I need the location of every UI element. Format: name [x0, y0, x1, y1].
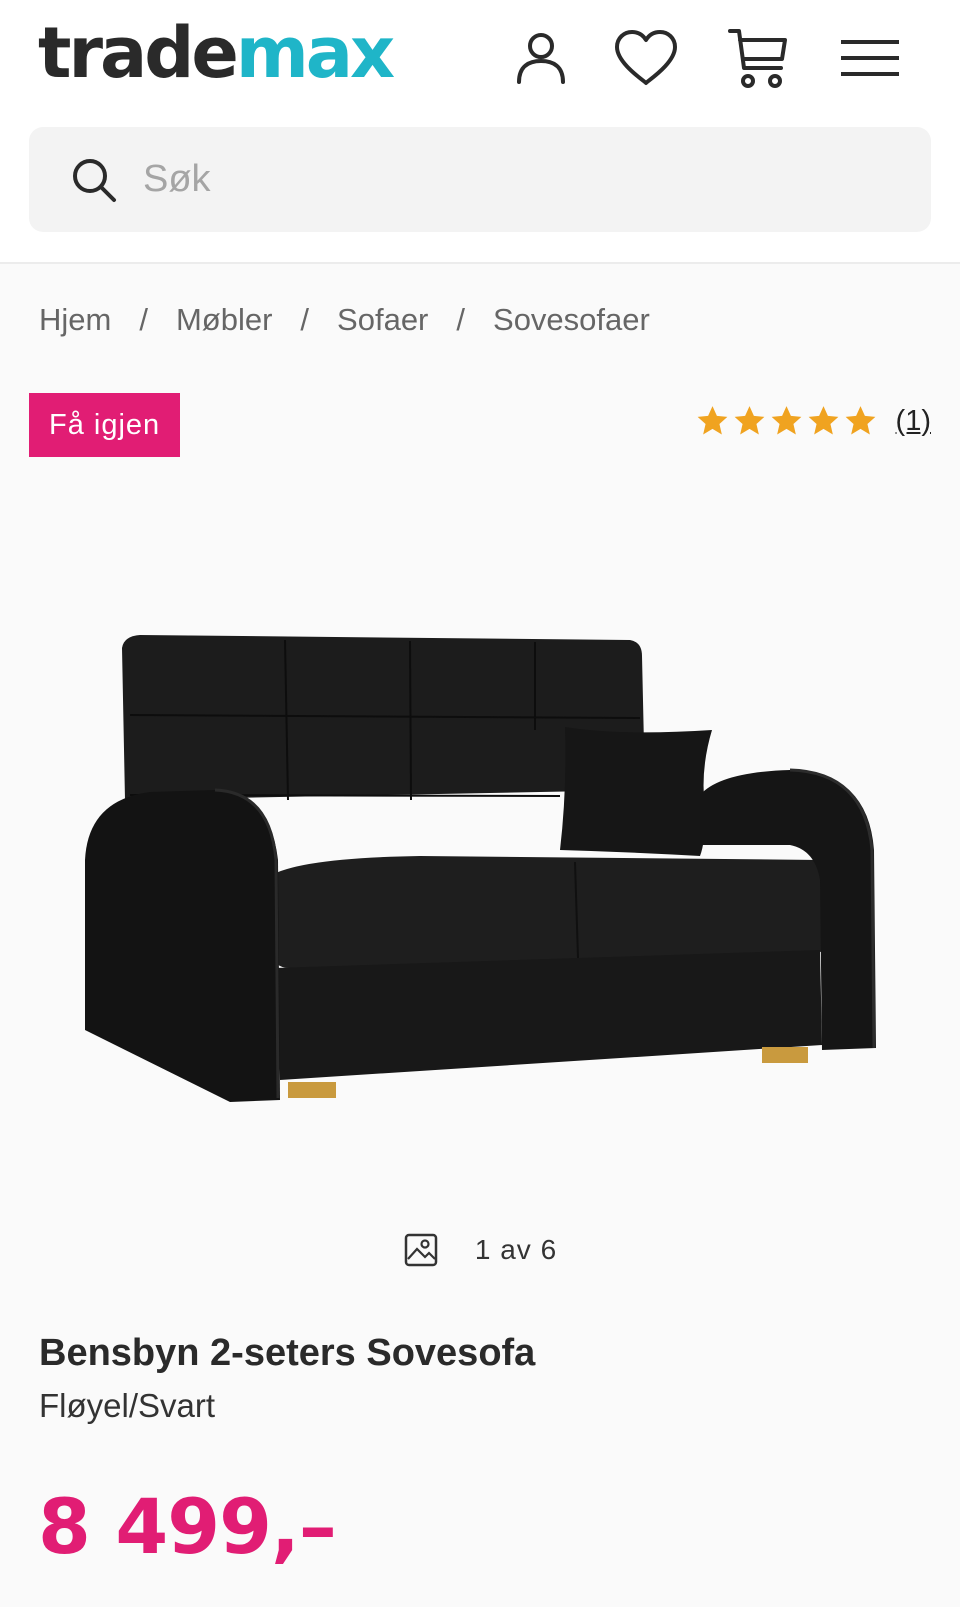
cashback-badge: Få igjen	[29, 393, 181, 457]
breadcrumb-separator: /	[300, 302, 310, 337]
product-variant: Fløyel/Svart	[39, 1387, 216, 1424]
heart-icon	[615, 30, 677, 85]
star-icon	[697, 406, 727, 435]
image-gallery-icon	[404, 1233, 438, 1267]
product-price: 8 499,–	[38, 1482, 337, 1571]
review-count-link[interactable]: (1)	[896, 405, 931, 438]
logo-part-max: max	[235, 12, 395, 94]
gallery-counter[interactable]: 1 av 6	[0, 1232, 960, 1268]
product-title: Bensbyn 2-seters Sovesofa	[39, 1332, 536, 1374]
breadcrumb-item-sofas[interactable]: Sofaer	[337, 302, 428, 338]
star-icon	[734, 406, 764, 435]
cart-icon	[728, 29, 787, 88]
star-icon	[771, 406, 801, 435]
user-icon	[517, 33, 565, 84]
star-icon	[808, 406, 838, 435]
breadcrumb-separator: /	[139, 302, 148, 337]
trademax-logo[interactable]: trademax	[38, 18, 395, 88]
breadcrumb-separator: /	[456, 302, 466, 337]
star-icon	[845, 406, 875, 435]
site-header: trademax	[0, 0, 960, 264]
search-input[interactable]	[143, 158, 843, 201]
product-image[interactable]	[0, 560, 960, 1120]
logo-part-trade: trade	[38, 12, 239, 94]
search-icon	[67, 153, 121, 207]
cart-button[interactable]	[722, 22, 794, 94]
breadcrumb-item-furniture[interactable]: Møbler	[176, 302, 272, 338]
breadcrumb-item-sofa-beds[interactable]: Sovesofaer	[493, 302, 650, 338]
breadcrumb: Hjem / Møbler / Sofaer / Sovesofaer	[39, 302, 650, 338]
menu-icon	[841, 40, 899, 76]
sofa-illustration	[85, 635, 876, 1102]
menu-button[interactable]	[834, 22, 906, 94]
account-button[interactable]	[505, 22, 577, 94]
wishlist-button[interactable]	[610, 22, 682, 94]
breadcrumb-item-home[interactable]: Hjem	[39, 302, 111, 338]
search-bar[interactable]	[29, 127, 931, 232]
rating-stars	[695, 404, 878, 438]
product-rating[interactable]: (1)	[695, 404, 931, 438]
gallery-position-label: 1 av 6	[474, 1234, 558, 1265]
